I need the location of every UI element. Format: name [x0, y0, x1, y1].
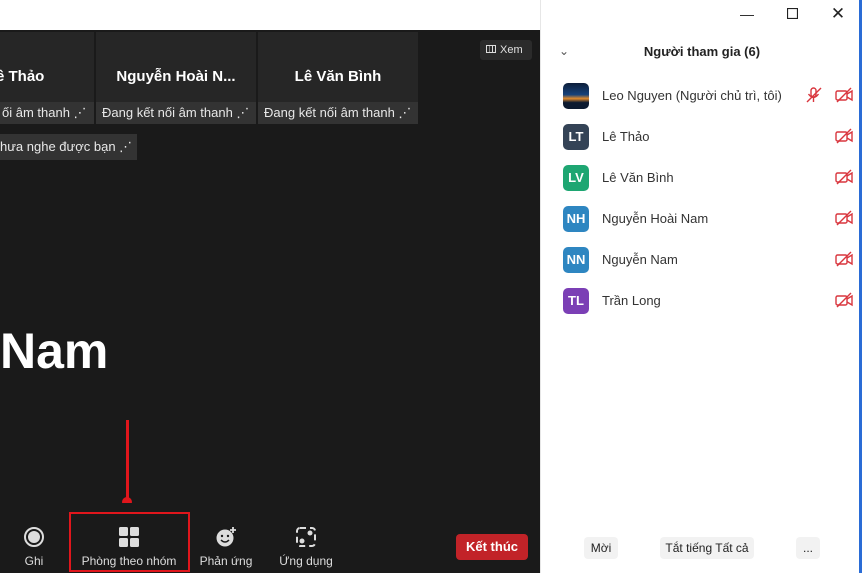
- mute-all-button[interactable]: Tắt tiếng Tất cả: [660, 537, 754, 559]
- avatar: LT: [563, 124, 589, 150]
- close-button[interactable]: ✕: [828, 4, 848, 24]
- active-speaker-name: Nam: [0, 323, 109, 379]
- grid-icon: [486, 45, 496, 54]
- participant-status-icons: [835, 169, 853, 190]
- reactions-icon: [216, 527, 236, 547]
- view-label: Xem: [500, 44, 523, 56]
- video-off-icon: [835, 251, 853, 267]
- participant-name: Lê Thảo: [602, 129, 650, 144]
- participant-name: Nguyễn Nam: [602, 252, 678, 267]
- highlight-box: [69, 512, 190, 572]
- avatar: [563, 83, 589, 109]
- video-tile[interactable]: Lê Văn Bình Đang kết nối âm thanh ⋰: [258, 32, 418, 124]
- end-meeting-button[interactable]: Kết thúc: [456, 534, 528, 560]
- participant-row[interactable]: LV Lê Văn Bình: [563, 165, 855, 191]
- video-off-icon: [835, 87, 853, 103]
- view-button[interactable]: Xem: [480, 40, 532, 60]
- mic-muted-icon: [806, 87, 822, 103]
- participants-panel: — ✕ ⌄ Người tham gia (6) Leo Nguyen (Ngư…: [540, 0, 862, 573]
- title-strip: [0, 0, 540, 30]
- record-button[interactable]: Ghi: [18, 526, 50, 568]
- reactions-button[interactable]: Phản ứng: [198, 526, 254, 568]
- participant-row[interactable]: NH Nguyễn Hoài Nam: [563, 206, 855, 232]
- participant-status-icons: [805, 87, 853, 108]
- tile-audio-status: Đang kết nối âm thanh ⋰: [258, 102, 418, 124]
- video-tile[interactable]: Nguyễn Hoài N... Đang kết nối âm thanh ⋰: [96, 32, 256, 124]
- maximize-icon: [786, 7, 798, 20]
- invite-button[interactable]: Mời: [584, 537, 618, 559]
- record-icon: [24, 527, 44, 547]
- participant-row[interactable]: LT Lê Thảo: [563, 124, 855, 150]
- meeting-area: ê Thảo ối âm thanh ⋰ Nguyễn Hoài N... Đa…: [0, 0, 540, 573]
- participant-name: Trần Long: [602, 293, 661, 308]
- participant-status-icons: [835, 128, 853, 149]
- apps-icon: [296, 527, 316, 547]
- tile-audio-status: Đang kết nối âm thanh ⋰: [96, 102, 256, 124]
- video-off-icon: [835, 210, 853, 226]
- participant-row[interactable]: NN Nguyễn Nam: [563, 247, 855, 273]
- apps-button[interactable]: Ứng dụng: [276, 526, 336, 568]
- participant-name: Nguyễn Hoài Nam: [602, 211, 709, 226]
- tile-audio-status: ối âm thanh ⋰: [0, 102, 94, 124]
- panel-title: Người tham gia (6): [643, 44, 761, 59]
- video-tile[interactable]: ê Thảo ối âm thanh ⋰: [0, 32, 94, 124]
- annotation-arrow: [126, 420, 129, 500]
- video-off-icon: [835, 128, 853, 144]
- audio-warning-banner: hưa nghe được bạn ⋰: [0, 134, 137, 160]
- minimize-button[interactable]: —: [737, 4, 757, 24]
- avatar: LV: [563, 165, 589, 191]
- avatar: TL: [563, 288, 589, 314]
- avatar: NN: [563, 247, 589, 273]
- participant-row[interactable]: TL Trần Long: [563, 288, 855, 314]
- maximize-button[interactable]: [782, 4, 802, 24]
- more-options-button[interactable]: ...: [796, 537, 820, 559]
- participant-status-icons: [835, 292, 853, 313]
- tile-name: Nguyễn Hoài N...: [116, 68, 236, 85]
- participant-row[interactable]: Leo Nguyen (Người chủ trì, tôi): [563, 83, 855, 109]
- tile-name: ê Thảo: [0, 68, 45, 85]
- video-off-icon: [835, 292, 853, 308]
- zoom-meeting-window: ê Thảo ối âm thanh ⋰ Nguyễn Hoài N... Đa…: [0, 0, 862, 573]
- participant-status-icons: [835, 251, 853, 272]
- participant-status-icons: [835, 210, 853, 231]
- participant-name: Lê Văn Bình: [602, 170, 674, 185]
- tile-name: Lê Văn Bình: [294, 68, 382, 85]
- reactions-label: Phản ứng: [199, 554, 253, 568]
- avatar: NH: [563, 206, 589, 232]
- participant-name: Leo Nguyen (Người chủ trì, tôi): [602, 88, 782, 103]
- video-off-icon: [835, 169, 853, 185]
- record-label: Ghi: [24, 554, 44, 568]
- apps-label: Ứng dụng: [279, 554, 333, 568]
